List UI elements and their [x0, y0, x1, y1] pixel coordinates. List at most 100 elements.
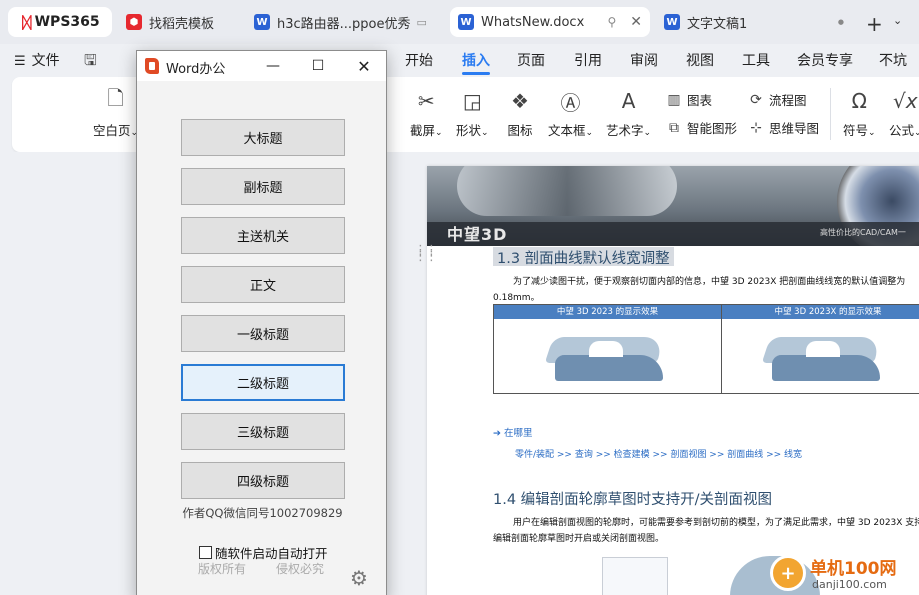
menu-more[interactable]: 不坑: [879, 50, 907, 70]
watermark-plus-icon: +: [770, 555, 806, 591]
textbox-icon: Ⓐ: [560, 90, 581, 115]
minimize-button[interactable]: —: [261, 55, 285, 77]
wps-logo-icon: ᛞ: [22, 12, 32, 32]
menu-view[interactable]: 视图: [686, 50, 714, 70]
heading-1-4[interactable]: 1.4 编辑剖面轮廓草图时支持开/关剖面视图: [493, 488, 772, 509]
flowchart-label: 流程图: [769, 93, 807, 108]
checkbox-box[interactable]: [199, 546, 212, 559]
omega-icon: Ω: [851, 89, 867, 113]
symbol-label: 符号⌄: [843, 123, 876, 138]
hamburger-icon: ☰: [14, 54, 26, 69]
menu-references[interactable]: 引用: [574, 50, 602, 70]
chevron-down-icon[interactable]: ⌄: [893, 14, 902, 27]
wordart-icon: A: [621, 89, 636, 113]
tab-whatsnew[interactable]: W WhatsNew.docx ⚲ ✕: [450, 7, 650, 37]
menu-home[interactable]: 开始: [405, 50, 433, 70]
close-button[interactable]: ✕: [352, 55, 376, 77]
screenshot-label: 截屏⌄: [410, 123, 443, 138]
save-icon[interactable]: 🖫: [84, 50, 97, 75]
formula-button[interactable]: √x 公式⌄: [889, 88, 919, 139]
drag-handle-icon[interactable]: ⋮⋮ ⋮⋮: [414, 244, 438, 263]
blank-page-button[interactable]: 🗋 空白页⌄: [93, 86, 139, 139]
heading-1-3[interactable]: 1.3 剖面曲线默认线宽调整: [493, 247, 674, 267]
screenshot-button[interactable]: ✂ 截屏⌄: [410, 88, 443, 139]
menu-tools[interactable]: 工具: [742, 50, 770, 70]
icon-button[interactable]: ❖ 图标: [507, 88, 533, 139]
icon-label: 图标: [507, 123, 533, 138]
banner-gear-shape: [457, 166, 677, 216]
subtitle-style-button[interactable]: 副标题: [181, 168, 345, 205]
settings-gear-icon[interactable]: ⚙: [350, 566, 368, 590]
infringement-text: 侵权必究: [276, 562, 325, 576]
model-image-2023x: [761, 331, 886, 383]
tab-close-icon[interactable]: ✕: [630, 14, 642, 30]
docer-icon: ⬢: [126, 14, 142, 30]
formula-icon: √x: [892, 89, 918, 113]
wordart-label: 艺术字⌄: [606, 123, 652, 138]
menu-review[interactable]: 审阅: [630, 50, 658, 70]
menu-page[interactable]: 页面: [517, 50, 545, 70]
wordart-button[interactable]: A 艺术字⌄: [606, 88, 651, 139]
banner-logo-text: 中望3D: [447, 225, 508, 244]
tab-label: WhatsNew.docx: [481, 14, 585, 30]
word-doc-icon: W: [664, 14, 680, 30]
blank-page-label: 空白页⌄: [93, 123, 139, 138]
chart-icon: ▥: [667, 91, 681, 108]
menu-file-label: 文件: [31, 53, 60, 69]
watermark-url: danji100.com: [812, 578, 887, 591]
mindmap-button[interactable]: ⊹ 思维导图: [747, 118, 819, 137]
comparison-table[interactable]: 中望 3D 2023 的显示效果 中望 3D 2023X 的显示效果: [493, 304, 919, 394]
body-style-button[interactable]: 正文: [181, 266, 345, 303]
menu-path[interactable]: 零件/装配 >> 查询 >> 检查建模 >> 剖面视图 >> 剖面曲线 >> 线…: [515, 447, 802, 460]
tab-h3c-doc[interactable]: W h3c路由器...ppoe优秀 ▭: [246, 7, 444, 37]
dialog-titlebar[interactable]: Word办公 — ☐ ✕: [137, 51, 386, 81]
paragraph-1-4[interactable]: 用户在编辑剖面视图的轮廓时，可能需要参考到剖切前的模型，为了满足此需求，中望 3…: [493, 515, 919, 547]
symbol-button[interactable]: Ω 符号⌄: [843, 88, 876, 139]
unsaved-dot-icon: ●: [837, 18, 844, 26]
heading-4-style-button[interactable]: 四级标题: [181, 462, 345, 499]
tab-template[interactable]: ⬢ 找稻壳模板: [118, 7, 240, 37]
ribbon-divider: [830, 88, 831, 140]
formula-label: 公式⌄: [889, 123, 919, 138]
flowchart-button[interactable]: ⟳ 流程图: [747, 90, 807, 109]
menu-file[interactable]: ☰ 文件: [14, 50, 60, 70]
dialog-title: Word办公: [166, 62, 226, 77]
heading-1-style-button[interactable]: 一级标题: [181, 315, 345, 352]
table-divider: [721, 305, 722, 393]
site-watermark: + 单机100网 danji100.com: [770, 552, 919, 595]
blank-page-icon: 🗋: [107, 86, 124, 110]
where-label[interactable]: ➔ 在哪里: [493, 425, 532, 439]
table-header-2023x: 中望 3D 2023X 的显示效果: [722, 305, 919, 319]
maximize-button[interactable]: ☐: [306, 55, 330, 77]
word-doc-icon: W: [458, 14, 474, 30]
banner-tagline: 高性价比的CAD/CAM一: [820, 228, 906, 237]
heading-3-style-button[interactable]: 三级标题: [181, 413, 345, 450]
title-style-button[interactable]: 大标题: [181, 119, 345, 156]
pin-icon[interactable]: ⚲: [607, 15, 616, 29]
copyright-text: 版权所有: [198, 562, 247, 576]
icons-icon: ❖: [511, 89, 529, 113]
word-office-dialog: Word办公 — ☐ ✕ 大标题 副标题 主送机关 正文 一级标题 二级标题 三…: [136, 50, 387, 595]
tab-label: 文字文稿1: [687, 16, 748, 32]
smart-graphic-icon: ⧉: [669, 119, 679, 136]
tab-label: 找稻壳模板: [149, 16, 215, 32]
recipient-style-button[interactable]: 主送机关: [181, 217, 345, 254]
screenshot-icon: ✂: [417, 89, 435, 113]
tab-text-doc[interactable]: W 文字文稿1 ●: [656, 7, 852, 37]
textbox-button[interactable]: Ⓐ 文本框⌄: [548, 88, 593, 139]
chart-label: 图表: [687, 93, 713, 108]
heading-2-style-button[interactable]: 二级标题: [181, 364, 345, 401]
paragraph-1-3[interactable]: 为了减少读图干扰，便于观察剖切面内部的信息，中望 3D 2023X 把剖面曲线线…: [493, 274, 919, 306]
wps-logo-tab[interactable]: ᛞ WPS365: [8, 7, 112, 37]
textbox-label: 文本框⌄: [548, 123, 594, 138]
new-tab-button[interactable]: +: [866, 12, 883, 36]
menu-insert[interactable]: 插入: [462, 50, 490, 75]
tab-bar: ᛞ WPS365 ⬢ 找稻壳模板 W h3c路由器...ppoe优秀 ▭ W W…: [0, 0, 919, 44]
author-contact: 作者QQ微信同号1002709829: [182, 506, 343, 520]
tab-label: h3c路由器...ppoe优秀: [277, 16, 411, 32]
mindmap-icon: ⊹: [750, 119, 762, 136]
smart-graphic-button[interactable]: ⧉ 智能图形: [665, 118, 737, 137]
menu-member[interactable]: 会员专享: [797, 50, 853, 70]
chart-button[interactable]: ▥ 图表: [665, 90, 712, 109]
shape-button[interactable]: ◲ 形状⌄: [456, 88, 489, 139]
